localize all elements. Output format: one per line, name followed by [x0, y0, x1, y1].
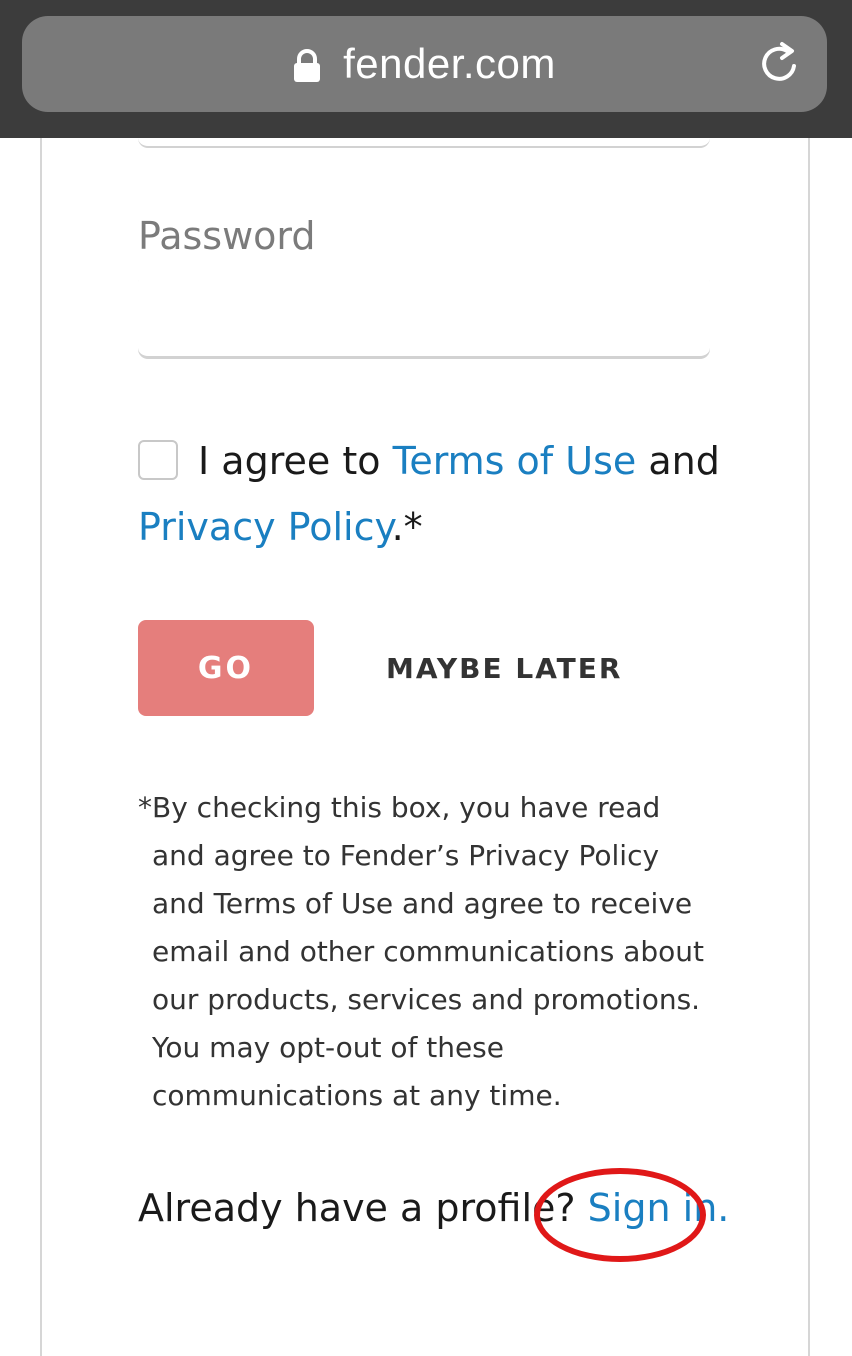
agree-checkbox[interactable] — [138, 440, 178, 480]
disclaimer-text: * By checking this box, you have read an… — [138, 784, 718, 1120]
lock-icon — [294, 49, 321, 82]
agree-and: and — [648, 439, 720, 483]
reload-icon[interactable] — [757, 41, 803, 87]
address-bar[interactable]: fender.com — [22, 16, 827, 112]
terms-of-use-link[interactable]: Terms of Use — [393, 439, 637, 483]
sign-in-link[interactable]: Sign in. — [588, 1186, 730, 1230]
already-text: Already have a profile? — [138, 1186, 576, 1230]
already-have-profile: Already have a profile? Sign in. — [138, 1186, 729, 1230]
disclaimer-star: * — [138, 791, 152, 824]
agree-suffix: .* — [391, 505, 423, 549]
url-text: fender.com — [343, 40, 556, 87]
maybe-later-button[interactable]: MAYBE LATER — [386, 620, 622, 716]
browser-toolbar: fender.com — [0, 0, 852, 138]
go-button[interactable]: GO — [138, 620, 314, 716]
agree-prefix: I agree to — [198, 439, 381, 483]
disclaimer-body: By checking this box, you have read and … — [152, 791, 705, 1112]
page: Password I agree to Terms of Use and Pri… — [0, 0, 852, 1356]
agree-row: I agree to Terms of Use and Privacy Poli… — [138, 428, 738, 560]
password-input[interactable] — [138, 272, 710, 358]
password-label: Password — [138, 214, 316, 258]
privacy-policy-link[interactable]: Privacy Policy — [138, 505, 392, 549]
